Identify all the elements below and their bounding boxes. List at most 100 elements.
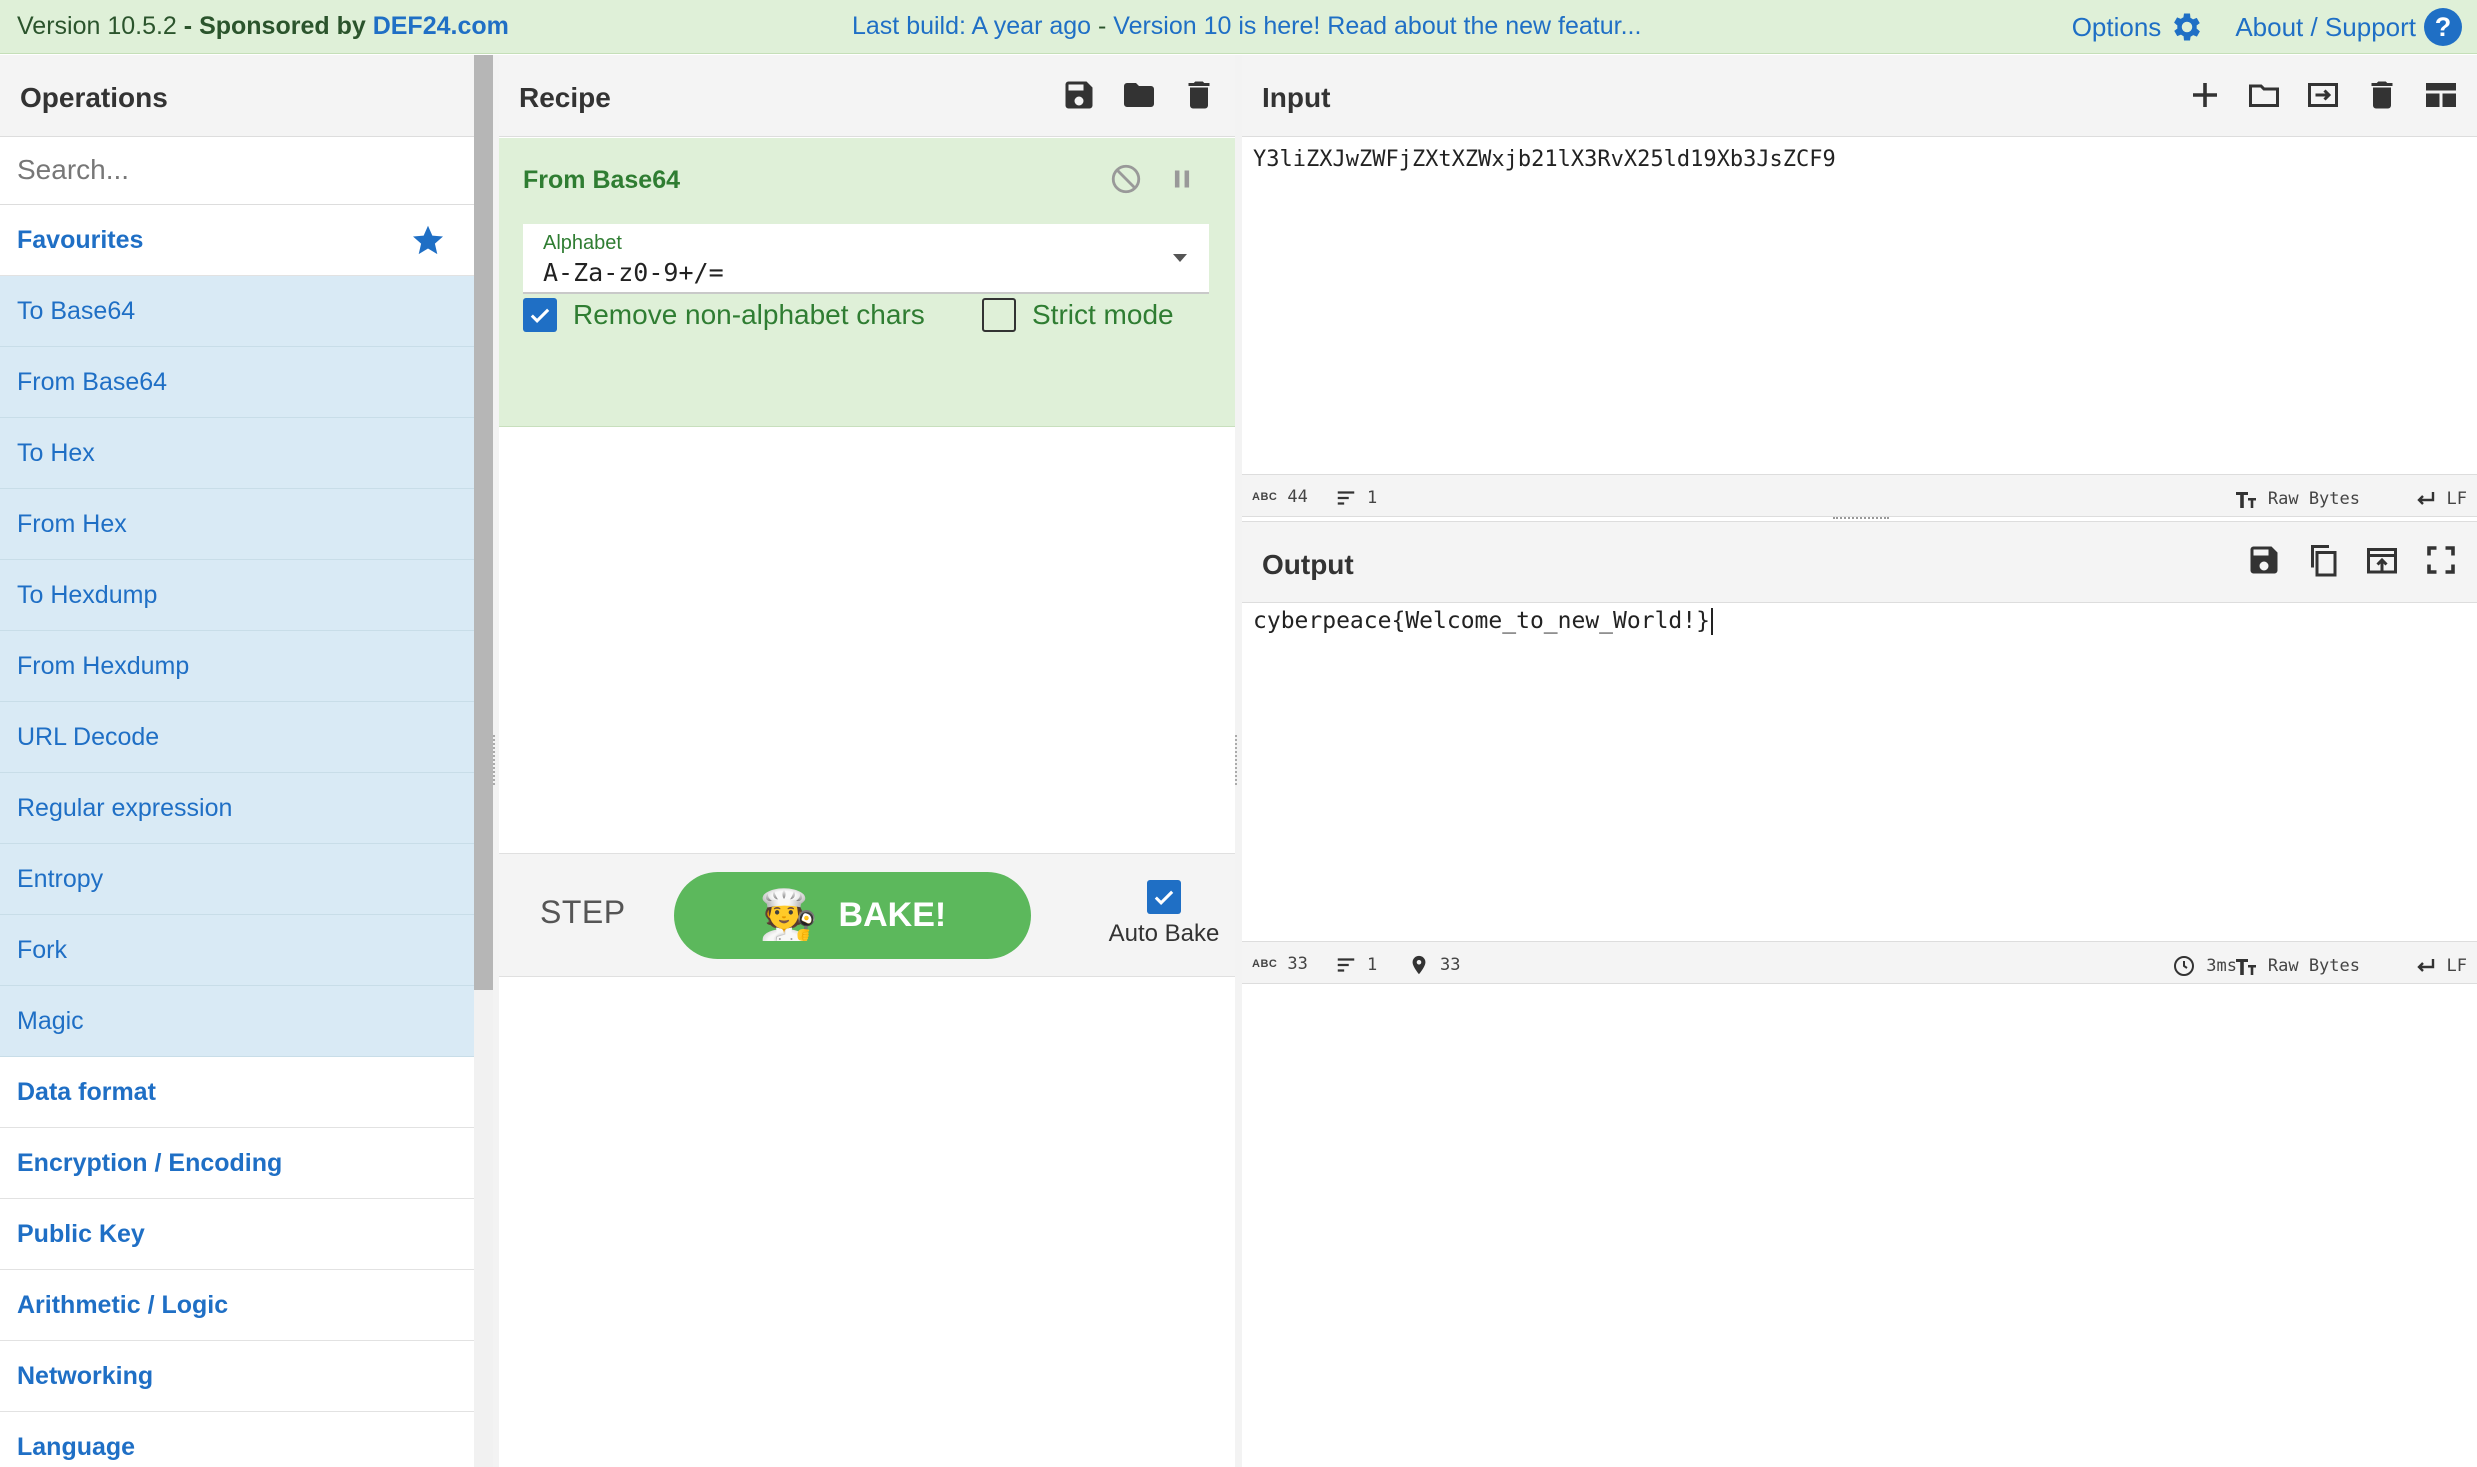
options-label: Options <box>2071 11 2162 42</box>
disable-icon[interactable] <box>1109 162 1143 196</box>
auto-bake-checkbox[interactable]: Auto Bake <box>1084 880 1244 948</box>
alphabet-label: Alphabet <box>543 232 622 254</box>
build-notice[interactable]: Last build: A year ago - Version 10 is h… <box>852 12 1641 41</box>
bake-label: BAKE! <box>838 896 947 934</box>
help-icon: ? <box>2424 8 2462 46</box>
lines-icon <box>1335 487 1357 509</box>
lines-icon <box>1335 954 1357 976</box>
output-value: cyberpeace{Welcome_to_new_World!} <box>1253 608 1710 634</box>
trash-icon[interactable] <box>2364 77 2400 113</box>
save-icon[interactable] <box>1061 77 1097 113</box>
remove-nonalphabet-label: Remove non-alphabet chars <box>573 299 925 330</box>
version-label: Version 10.5.2 <box>17 12 177 40</box>
output-title-bar: Output <box>1242 521 2477 603</box>
star-icon[interactable] <box>410 222 446 258</box>
folder-icon[interactable] <box>1121 77 1157 113</box>
import-icon[interactable] <box>2305 77 2341 113</box>
return-icon <box>2413 954 2437 978</box>
recipe-pane: Recipe From Base64 Alphabet A-Za-z0-9+/=… <box>499 55 1235 1467</box>
favourites-list: To Base64 From Base64 To Hex From Hex To Hex… <box>0 276 474 1057</box>
fullscreen-icon[interactable] <box>2423 542 2459 578</box>
operation-item[interactable]: From Base64 <box>0 347 474 418</box>
chef-icon: 🧑‍🍳 <box>758 888 819 942</box>
gear-icon <box>2169 9 2205 45</box>
options-button[interactable]: Options <box>2072 9 2206 45</box>
remove-nonalphabet-checkbox[interactable]: Remove non-alphabet chars <box>523 298 925 332</box>
operation-from-base64[interactable]: From Base64 Alphabet A-Za-z0-9+/= Remove… <box>499 138 1235 427</box>
operation-item[interactable]: Entropy <box>0 844 474 915</box>
sponsor-link[interactable]: DEF24.com <box>373 12 509 40</box>
input-length: ABC 44 <box>1252 487 1308 507</box>
input-encoding[interactable]: Raw Bytes <box>2234 487 2360 511</box>
banner-links: Options About / Support ? <box>2042 8 2462 46</box>
operations-search-input[interactable]: Search... <box>0 137 474 205</box>
input-textarea[interactable]: Y3liZXJwZWFjZXtXZWxjb21lX3RvX25ld19Xb3Js… <box>1253 147 1836 172</box>
recipe-io-gutter[interactable] <box>1235 55 1242 1467</box>
output-status-bar: ABC 33 1 33 3ms Raw Bytes LF <box>1242 941 2477 984</box>
checkbox-unchecked-icon[interactable] <box>982 298 1016 332</box>
strict-mode-checkbox[interactable]: Strict mode <box>982 298 1174 332</box>
operation-item[interactable]: To Base64 <box>0 276 474 347</box>
output-length: ABC 33 <box>1252 954 1308 974</box>
text-cursor <box>1710 608 1713 635</box>
category-item[interactable]: Encryption / Encoding <box>0 1128 474 1199</box>
plus-icon[interactable] <box>2187 77 2223 113</box>
operations-title: Operations <box>0 55 474 137</box>
sponsored-label: Sponsored by <box>199 12 366 40</box>
operation-item[interactable]: To Hexdump <box>0 560 474 631</box>
operation-item[interactable]: To Hex <box>0 418 474 489</box>
news-link[interactable]: Version 10 is here! Read about the new f… <box>1113 12 1641 40</box>
io-pane: Input Y3liZXJwZWFjZXtXZWxjb21lX3RvX25ld1… <box>1242 55 2477 1467</box>
category-item[interactable]: Language <box>0 1412 474 1467</box>
bake-button[interactable]: 🧑‍🍳 BAKE! <box>674 872 1031 959</box>
category-item[interactable]: Networking <box>0 1341 474 1412</box>
recipe-title-bar: Recipe <box>499 55 1235 137</box>
folder-icon[interactable] <box>2246 77 2282 113</box>
operation-item[interactable]: Fork <box>0 915 474 986</box>
pause-icon[interactable] <box>1165 162 1199 196</box>
alphabet-value: A-Za-z0-9+/= <box>543 258 724 287</box>
export-icon[interactable] <box>2364 542 2400 578</box>
category-item[interactable]: Data format <box>0 1057 474 1128</box>
checkbox-checked-icon[interactable] <box>1147 880 1181 914</box>
output-position: 33 <box>1408 954 1460 976</box>
banner-left: Version 10.5.2 - Sponsored by DEF24.com <box>17 12 509 40</box>
favourites-label: Favourites <box>17 226 144 254</box>
step-button[interactable]: STEP <box>540 894 626 931</box>
output-time: 3ms <box>2172 954 2237 978</box>
operation-item[interactable]: Regular expression <box>0 773 474 844</box>
operation-name: From Base64 <box>523 166 681 194</box>
operation-item[interactable]: From Hex <box>0 489 474 560</box>
operation-item[interactable]: Magic <box>0 986 474 1057</box>
output-textarea[interactable]: cyberpeace{Welcome_to_new_World!} <box>1253 608 1713 635</box>
text-encoding-icon <box>2234 487 2258 511</box>
bake-controls: STEP 🧑‍🍳 BAKE! Auto Bake <box>499 853 1235 977</box>
text-encoding-icon <box>2234 954 2258 978</box>
output-encoding[interactable]: Raw Bytes <box>2234 954 2360 978</box>
operations-scrollbar-thumb[interactable] <box>474 55 493 990</box>
output-eol[interactable]: LF <box>2413 954 2467 978</box>
about-support-button[interactable]: About / Support ? <box>2235 8 2462 46</box>
save-icon[interactable] <box>2246 542 2282 578</box>
return-icon <box>2413 487 2437 511</box>
layout-icon[interactable] <box>2423 77 2459 113</box>
about-label: About / Support <box>2235 11 2416 42</box>
operation-item[interactable]: From Hexdump <box>0 631 474 702</box>
checkbox-checked-icon[interactable] <box>523 298 557 332</box>
category-item[interactable]: Arithmetic / Logic <box>0 1270 474 1341</box>
input-status-bar: ABC 44 1 Raw Bytes LF <box>1242 474 2477 517</box>
top-banner: Version 10.5.2 - Sponsored by DEF24.com … <box>0 0 2477 54</box>
input-eol[interactable]: LF <box>2413 487 2467 511</box>
abc-icon: ABC <box>1252 958 1278 970</box>
last-build-text: Last build: A year ago <box>852 12 1092 40</box>
category-favourites[interactable]: Favourites <box>0 205 474 276</box>
copy-icon[interactable] <box>2305 542 2341 578</box>
category-item[interactable]: Public Key <box>0 1199 474 1270</box>
recipe-title: Recipe <box>519 82 611 113</box>
trash-icon[interactable] <box>1181 77 1217 113</box>
operation-item[interactable]: URL Decode <box>0 702 474 773</box>
category-list: Data format Encryption / Encoding Public K… <box>0 1057 474 1467</box>
alphabet-select[interactable]: Alphabet A-Za-z0-9+/= <box>523 224 1209 294</box>
operations-scrollbar-track[interactable] <box>474 990 493 1467</box>
input-title: Input <box>1262 82 1331 113</box>
